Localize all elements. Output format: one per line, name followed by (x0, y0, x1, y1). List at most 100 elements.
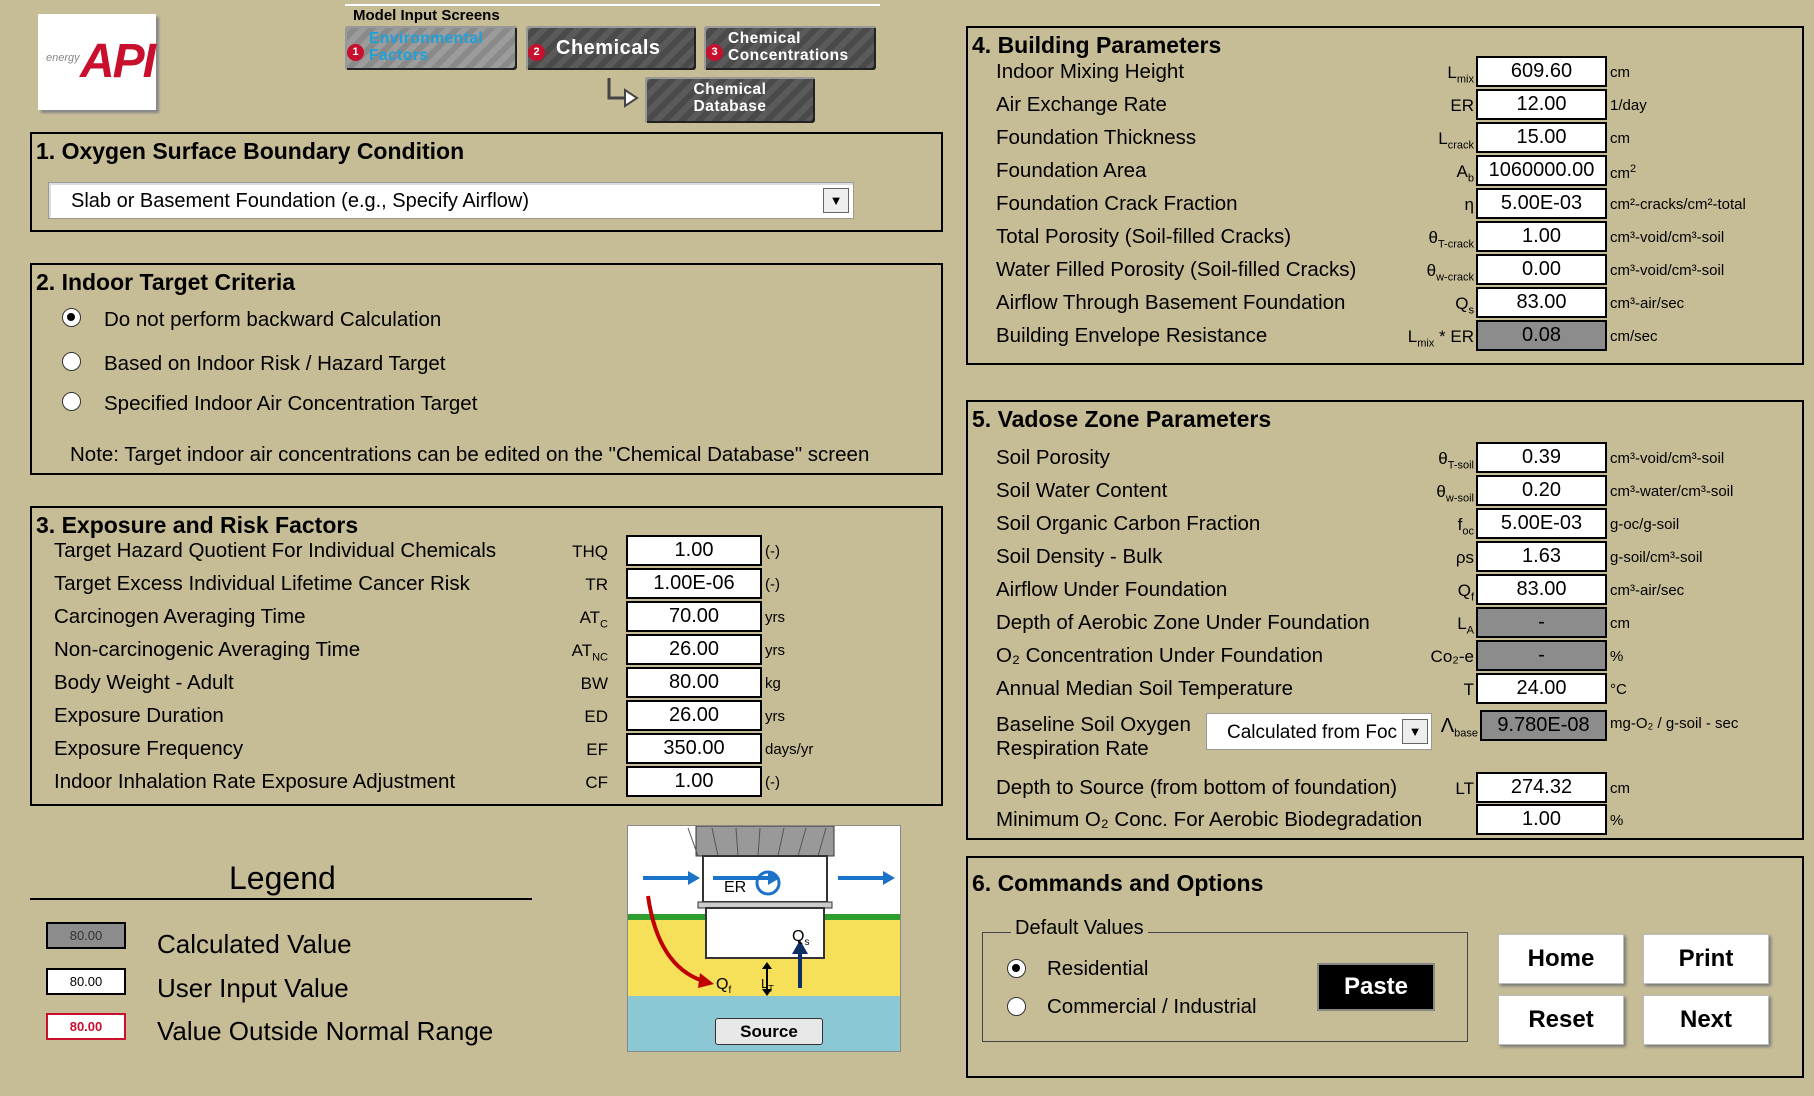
param-value-input[interactable]: 1060000.00 (1476, 155, 1607, 186)
param-value-input[interactable]: 5.00E-03 (1476, 188, 1607, 219)
param-symbol-main: θ (1436, 482, 1446, 501)
param-symbol-sub: mix (1456, 73, 1474, 86)
next-button[interactable]: Next (1643, 995, 1769, 1045)
nav-chemicals-button[interactable]: 2 Chemicals (526, 26, 696, 70)
param-value-input[interactable]: 1.00 (1476, 804, 1607, 835)
legend-title: Legend (229, 860, 336, 896)
param-value-input[interactable]: 1.00 (626, 766, 762, 797)
param-symbol: T (1342, 680, 1474, 700)
section-5-title: 5. Vadose Zone Parameters (972, 406, 1272, 432)
param-value-input[interactable]: 0.20 (1476, 475, 1607, 506)
param-label: Indoor Inhalation Rate Exposure Adjustme… (54, 770, 456, 793)
default-values-label: Default Values (1011, 917, 1148, 940)
param-value-input[interactable]: 609.60 (1476, 56, 1607, 87)
nav-environmental-factors-button[interactable]: 1 Environmental Factors (345, 26, 517, 70)
target-note: Note: Target indoor air concentrations c… (70, 443, 870, 466)
param-symbol-main: ER (1450, 96, 1474, 115)
dropdown-arrow-icon[interactable]: ▼ (823, 188, 849, 213)
param-symbol-main: AT (571, 641, 593, 660)
param-value-input[interactable]: 80.00 (626, 667, 762, 698)
radio-air-concentration-target[interactable] (62, 392, 81, 411)
step-1-badge: 1 (347, 44, 364, 61)
param-unit: cm³-water/cm³-soil (1610, 483, 1733, 500)
param-symbol: EF (552, 740, 608, 760)
oxygen-boundary-select[interactable]: Slab or Basement Foundation (e.g., Speci… (48, 182, 854, 219)
radio-residential[interactable] (1007, 959, 1026, 978)
param-unit: % (1610, 812, 1623, 829)
param-symbol-sub: crack (1447, 139, 1474, 152)
param-unit-main: °C (1610, 681, 1627, 698)
respiration-symbol: Λbase (1432, 715, 1478, 739)
param-unit: yrs (765, 642, 785, 659)
param-label: Building Envelope Resistance (996, 324, 1268, 347)
param-label: Airflow Under Foundation (996, 578, 1228, 601)
param-symbol-main: THQ (572, 542, 608, 561)
param-value-input[interactable]: 26.00 (626, 634, 762, 665)
param-row-exposure-frequency: Exposure Frequency EF 350.00 days/yr (32, 733, 941, 766)
param-value-input[interactable]: 26.00 (626, 700, 762, 731)
param-label: Non-carcinogenic Averaging Time (54, 638, 361, 661)
param-value-input[interactable]: 83.00 (1476, 287, 1607, 318)
param-unit-main: cm/sec (1610, 328, 1658, 345)
param-symbol-main: EF (586, 740, 608, 759)
option-air-concentration-target: Specified Indoor Air Concentration Targe… (104, 392, 478, 415)
radio-no-backward-calc[interactable] (62, 308, 81, 327)
param-value-input[interactable]: 15.00 (1476, 122, 1607, 153)
param-symbol: TR (552, 575, 608, 595)
respiration-select[interactable]: Calculated from Foc ▼ (1206, 713, 1432, 750)
param-value-input[interactable]: 1.00E-06 (626, 568, 762, 599)
nav-chemical-database-button[interactable]: Chemical Database (645, 77, 815, 123)
param-row-exposure-duration: Exposure Duration ED 26.00 yrs (32, 700, 941, 733)
param-symbol-main: A (1456, 162, 1468, 181)
param-value-input[interactable]: 350.00 (626, 733, 762, 764)
param-symbol-main: ED (584, 707, 608, 726)
param-unit: g-soil/cm³-soil (1610, 549, 1703, 566)
param-unit-main: yrs (765, 642, 785, 659)
radio-commercial-industrial[interactable] (1007, 997, 1026, 1016)
param-unit-main: % (1610, 812, 1624, 829)
param-symbol-sub: s (1468, 304, 1475, 317)
nav-env-line1: Environmental (369, 30, 484, 47)
dropdown-arrow-icon[interactable]: ▼ (1402, 719, 1428, 744)
param-value-input[interactable]: 274.32 (1476, 772, 1607, 803)
option-commercial-industrial: Commercial / Industrial (1047, 995, 1257, 1018)
print-button[interactable]: Print (1643, 934, 1769, 984)
param-value-input[interactable]: 70.00 (626, 601, 762, 632)
param-value-input[interactable]: 12.00 (1476, 89, 1607, 120)
param-value-input[interactable]: 0.39 (1476, 442, 1607, 473)
param-symbol-main: Q (1455, 294, 1469, 313)
param-value-input[interactable]: 5.00E-03 (1476, 508, 1607, 539)
reset-button[interactable]: Reset (1498, 995, 1624, 1045)
param-value-input[interactable]: 0.00 (1476, 254, 1607, 285)
param-label: Soil Organic Carbon Fraction (996, 512, 1261, 535)
param-unit-main: g-oc/g-soil (1610, 516, 1680, 533)
param-unit: cm (1610, 780, 1630, 797)
nav-chemical-concentrations-button[interactable]: 3 Chemical Concentrations (704, 26, 876, 70)
param-label: Exposure Duration (54, 704, 224, 727)
param-unit: cm³-void/cm³-soil (1610, 450, 1724, 467)
lt-label: LT (761, 976, 774, 994)
param-label: Foundation Thickness (996, 126, 1197, 149)
radio-risk-hazard-target[interactable] (62, 352, 81, 371)
param-unit-main: g-soil/cm³-soil (1610, 549, 1703, 566)
param-value-input[interactable]: 1.00 (1476, 221, 1607, 252)
param-row-indoor-inhalation-rate-exposure-adjustment: Indoor Inhalation Rate Exposure Adjustme… (32, 766, 941, 799)
param-unit: yrs (765, 708, 785, 725)
param-row-non-carcinogenic-averaging-time: Non-carcinogenic Averaging Time ATNC 26.00… (32, 634, 941, 667)
respiration-select-value: Calculated from Foc (1227, 722, 1398, 743)
paste-button[interactable]: Paste (1317, 963, 1435, 1011)
param-unit: 1/day (1610, 97, 1647, 114)
param-value-input[interactable]: 24.00 (1476, 673, 1607, 704)
param-value-input[interactable]: 1.00 (626, 535, 762, 566)
commands-panel: 6. Commands and Options Default Values R… (966, 856, 1804, 1078)
param-value-input[interactable]: 83.00 (1476, 574, 1607, 605)
param-symbol: θT-soil (1342, 449, 1474, 471)
param-label: Soil Density - Bulk (996, 545, 1163, 568)
param-row-building-envelope-resistance: Building Envelope Resistance Lmix * ER 0.0… (968, 320, 1802, 353)
home-button[interactable]: Home (1498, 934, 1624, 984)
param-value-input[interactable]: 1.63 (1476, 541, 1607, 572)
param-row-airflow-through-basement-foundation: Airflow Through Basement Foundation Qs 83.… (968, 287, 1802, 320)
param-unit: cm (1610, 615, 1630, 632)
param-unit: kg (765, 675, 781, 692)
respiration-label-line1: Baseline Soil Oxygen (996, 713, 1191, 736)
